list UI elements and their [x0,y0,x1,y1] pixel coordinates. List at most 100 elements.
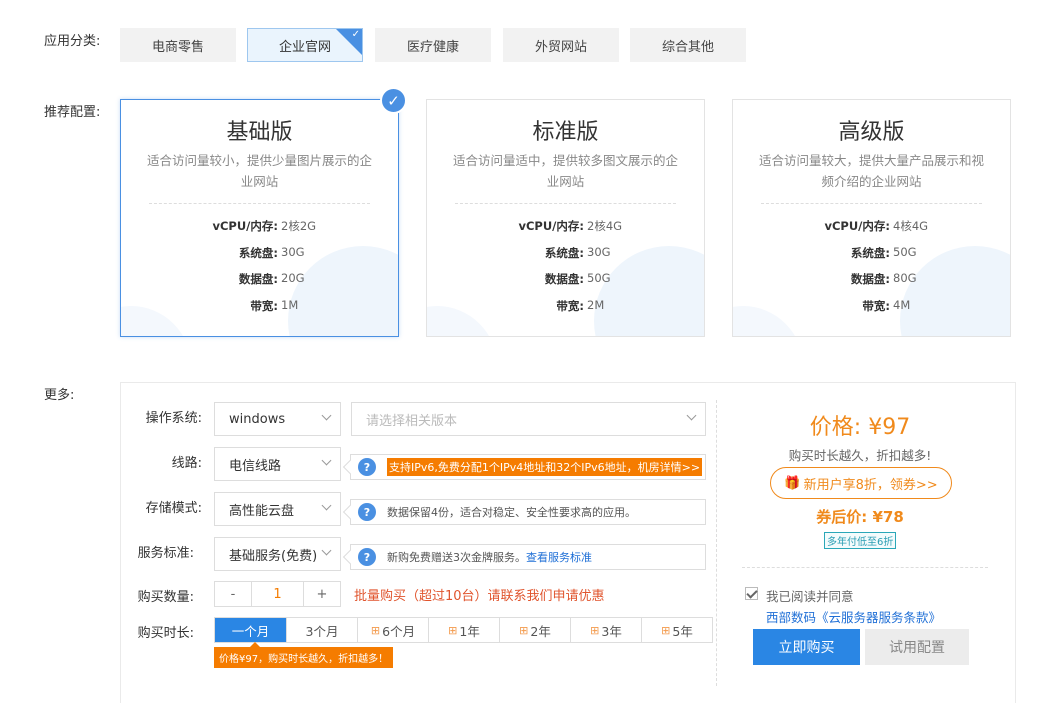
duration-option-label: 3年 [601,623,622,639]
storage-value: 高性能云盘 [229,503,295,519]
category-medical[interactable]: 医疗健康 [375,28,491,62]
duration-option[interactable]: ⊞ 2年 [499,618,570,642]
tip-arrow [250,642,260,647]
question-icon: ? [358,503,376,521]
spec-key: 系统盘: [544,246,584,260]
decor-blob [733,306,803,336]
spec-key: vCPU/内存: [518,219,584,233]
plan-desc: 适合访问量较小，提供少量图片展示的企业网站 [147,153,373,189]
os-select[interactable]: windows [214,402,341,436]
spec-key: vCPU/内存: [212,219,278,233]
selected-check-icon: ✓ [380,87,407,114]
duration-option-label: 3个月 [305,623,339,639]
divider [455,203,676,204]
storage-label: 存储模式: [145,501,202,516]
service-select[interactable]: 基础服务(免费) [214,537,341,571]
service-standard-link[interactable]: 查看服务标准 [526,549,592,565]
price-slogan: 购买时长越久，折扣越多! [788,448,932,463]
duration-option[interactable]: ⊞ 6个月 [357,618,428,642]
plans-label: 推荐配置: [44,105,101,120]
duration-option-label: 5年 [672,623,693,639]
spec-value: 2核2G [281,219,317,233]
divider [742,567,988,568]
duration-option[interactable]: ⊞ 5年 [641,618,712,642]
storage-select[interactable]: 高性能云盘 [214,492,341,526]
plan-desc: 适合访问量较大，提供大量产品展示和视频介绍的企业网站 [759,153,985,189]
question-icon: ? [358,458,376,476]
coupon-button[interactable]: 🎁 新用户享8折，领券>> [770,467,952,499]
gift-icon: ⊞ [448,623,458,637]
duration-tip: 价格¥97，购买时长越久，折扣越多！ [214,642,394,668]
os-label: 操作系统: [145,411,202,426]
bulk-purchase-link[interactable]: 批量购买（超过10台）请联系我们申请优惠 [354,585,605,604]
coupon-label: 新用户享8折，领券>> [803,477,938,493]
spec-key: 带宽: [862,299,890,313]
plan-desc: 适合访问量适中，提供较多图文展示的企业网站 [453,153,679,189]
gift-icon: ⊞ [370,623,381,637]
chevron-down-icon [321,455,332,466]
line-tip-link[interactable]: 支持IPv6,免费分配1个IPv4地址和32个IPv6地址，机房详情>> [387,458,703,476]
chevron-down-icon [321,410,332,421]
os-version-select[interactable]: 请选择相关版本 [351,402,706,436]
line-tip: ? 支持IPv6,免费分配1个IPv4地址和32个IPv6地址，机房详情>> [342,454,706,480]
plan-title: 基础版 [226,120,293,145]
service-label: 服务标准: [137,546,194,561]
qty-label: 购买数量: [137,590,194,605]
duration-option-label: 2年 [530,623,551,639]
gift-icon: ⊞ [661,623,671,637]
terms-link[interactable]: 西部数码《云服务器服务条款》 [766,607,941,626]
duration-option[interactable]: 一个月 [215,618,286,642]
plan-card-standard[interactable]: 标准版 适合访问量适中，提供较多图文展示的企业网站 vCPU/内存: 2核4G 系… [426,99,705,337]
spec-value: 50G [893,245,917,259]
gift-icon: 🎁 [784,475,801,491]
qty-plus-button[interactable]: + [304,582,340,606]
decor-blob [288,246,398,336]
qty-minus-button[interactable]: - [215,582,251,606]
agree-checkbox[interactable] [745,587,758,600]
spec-value: 4核4G [893,219,929,233]
duration-option-label: 6个月 [382,623,416,639]
plan-card-advanced[interactable]: 高级版 适合访问量较大，提供大量产品展示和视频介绍的企业网站 vCPU/内存: 4… [732,99,1011,337]
trial-config-button[interactable]: 试用配置 [865,629,969,665]
os-version-placeholder: 请选择相关版本 [366,413,458,429]
chevron-down-icon [321,545,332,556]
category-ecommerce[interactable]: 电商零售 [120,28,236,62]
duration-label: 购买时长: [137,626,194,641]
chevron-down-icon [321,500,332,511]
gift-icon: ⊞ [590,623,600,637]
spec-value: 4M [893,298,911,312]
gift-icon: ⊞ [519,623,529,637]
more-label: 更多: [44,388,75,403]
spec-key: 数据盘: [850,272,890,286]
spec-value: 80G [893,271,917,285]
category-corporate[interactable]: 企业官网 ✓ [247,28,363,62]
duration-selector: 一个月 3个月 ⊞ 6个月 ⊞ 1年 ⊞ 2年 ⊞ 3年 ⊞ 5年 [214,617,713,643]
price: 价格: ¥97 [809,415,911,440]
os-value: windows [229,411,286,427]
spec-key: 数据盘: [238,272,278,286]
line-select[interactable]: 电信线路 [214,447,341,481]
plan-card-basic[interactable]: 基础版 适合访问量较小，提供少量图片展示的企业网站 vCPU/内存: 2核2G 系… [120,99,399,337]
decor-blob [121,306,191,336]
multi-year-badge: 多年付低至6折 [824,532,897,549]
duration-option[interactable]: ⊞ 3年 [570,618,641,642]
decor-blob [427,306,497,336]
duration-option[interactable]: ⊞ 1年 [428,618,499,642]
storage-tip-text: 数据保留4份，适合对稳定、安全性要求高的应用。 [387,506,636,519]
duration-option[interactable]: 3个月 [286,618,357,642]
storage-tip: ? 数据保留4份，适合对稳定、安全性要求高的应用。 [342,499,706,525]
spec-value: 2M [587,298,605,312]
qty-input[interactable]: 1 [251,582,304,606]
spec-key: 数据盘: [544,272,584,286]
buy-now-button[interactable]: 立即购买 [753,629,860,665]
decor-blob [594,246,704,336]
category-foreign-trade[interactable]: 外贸网站 [503,28,619,62]
category-other[interactable]: 综合其他 [630,28,746,62]
divider [149,203,370,204]
line-label: 线路: [171,456,202,471]
plan-title: 标准版 [532,120,599,145]
service-tip: ? 新购免费赠送3次金牌服务。 查看服务标准 [342,544,706,570]
agree-text: 我已阅读并同意 [766,589,854,604]
chevron-down-icon [686,410,697,421]
service-tip-text: 新购免费赠送3次金牌服务。 [387,551,526,564]
